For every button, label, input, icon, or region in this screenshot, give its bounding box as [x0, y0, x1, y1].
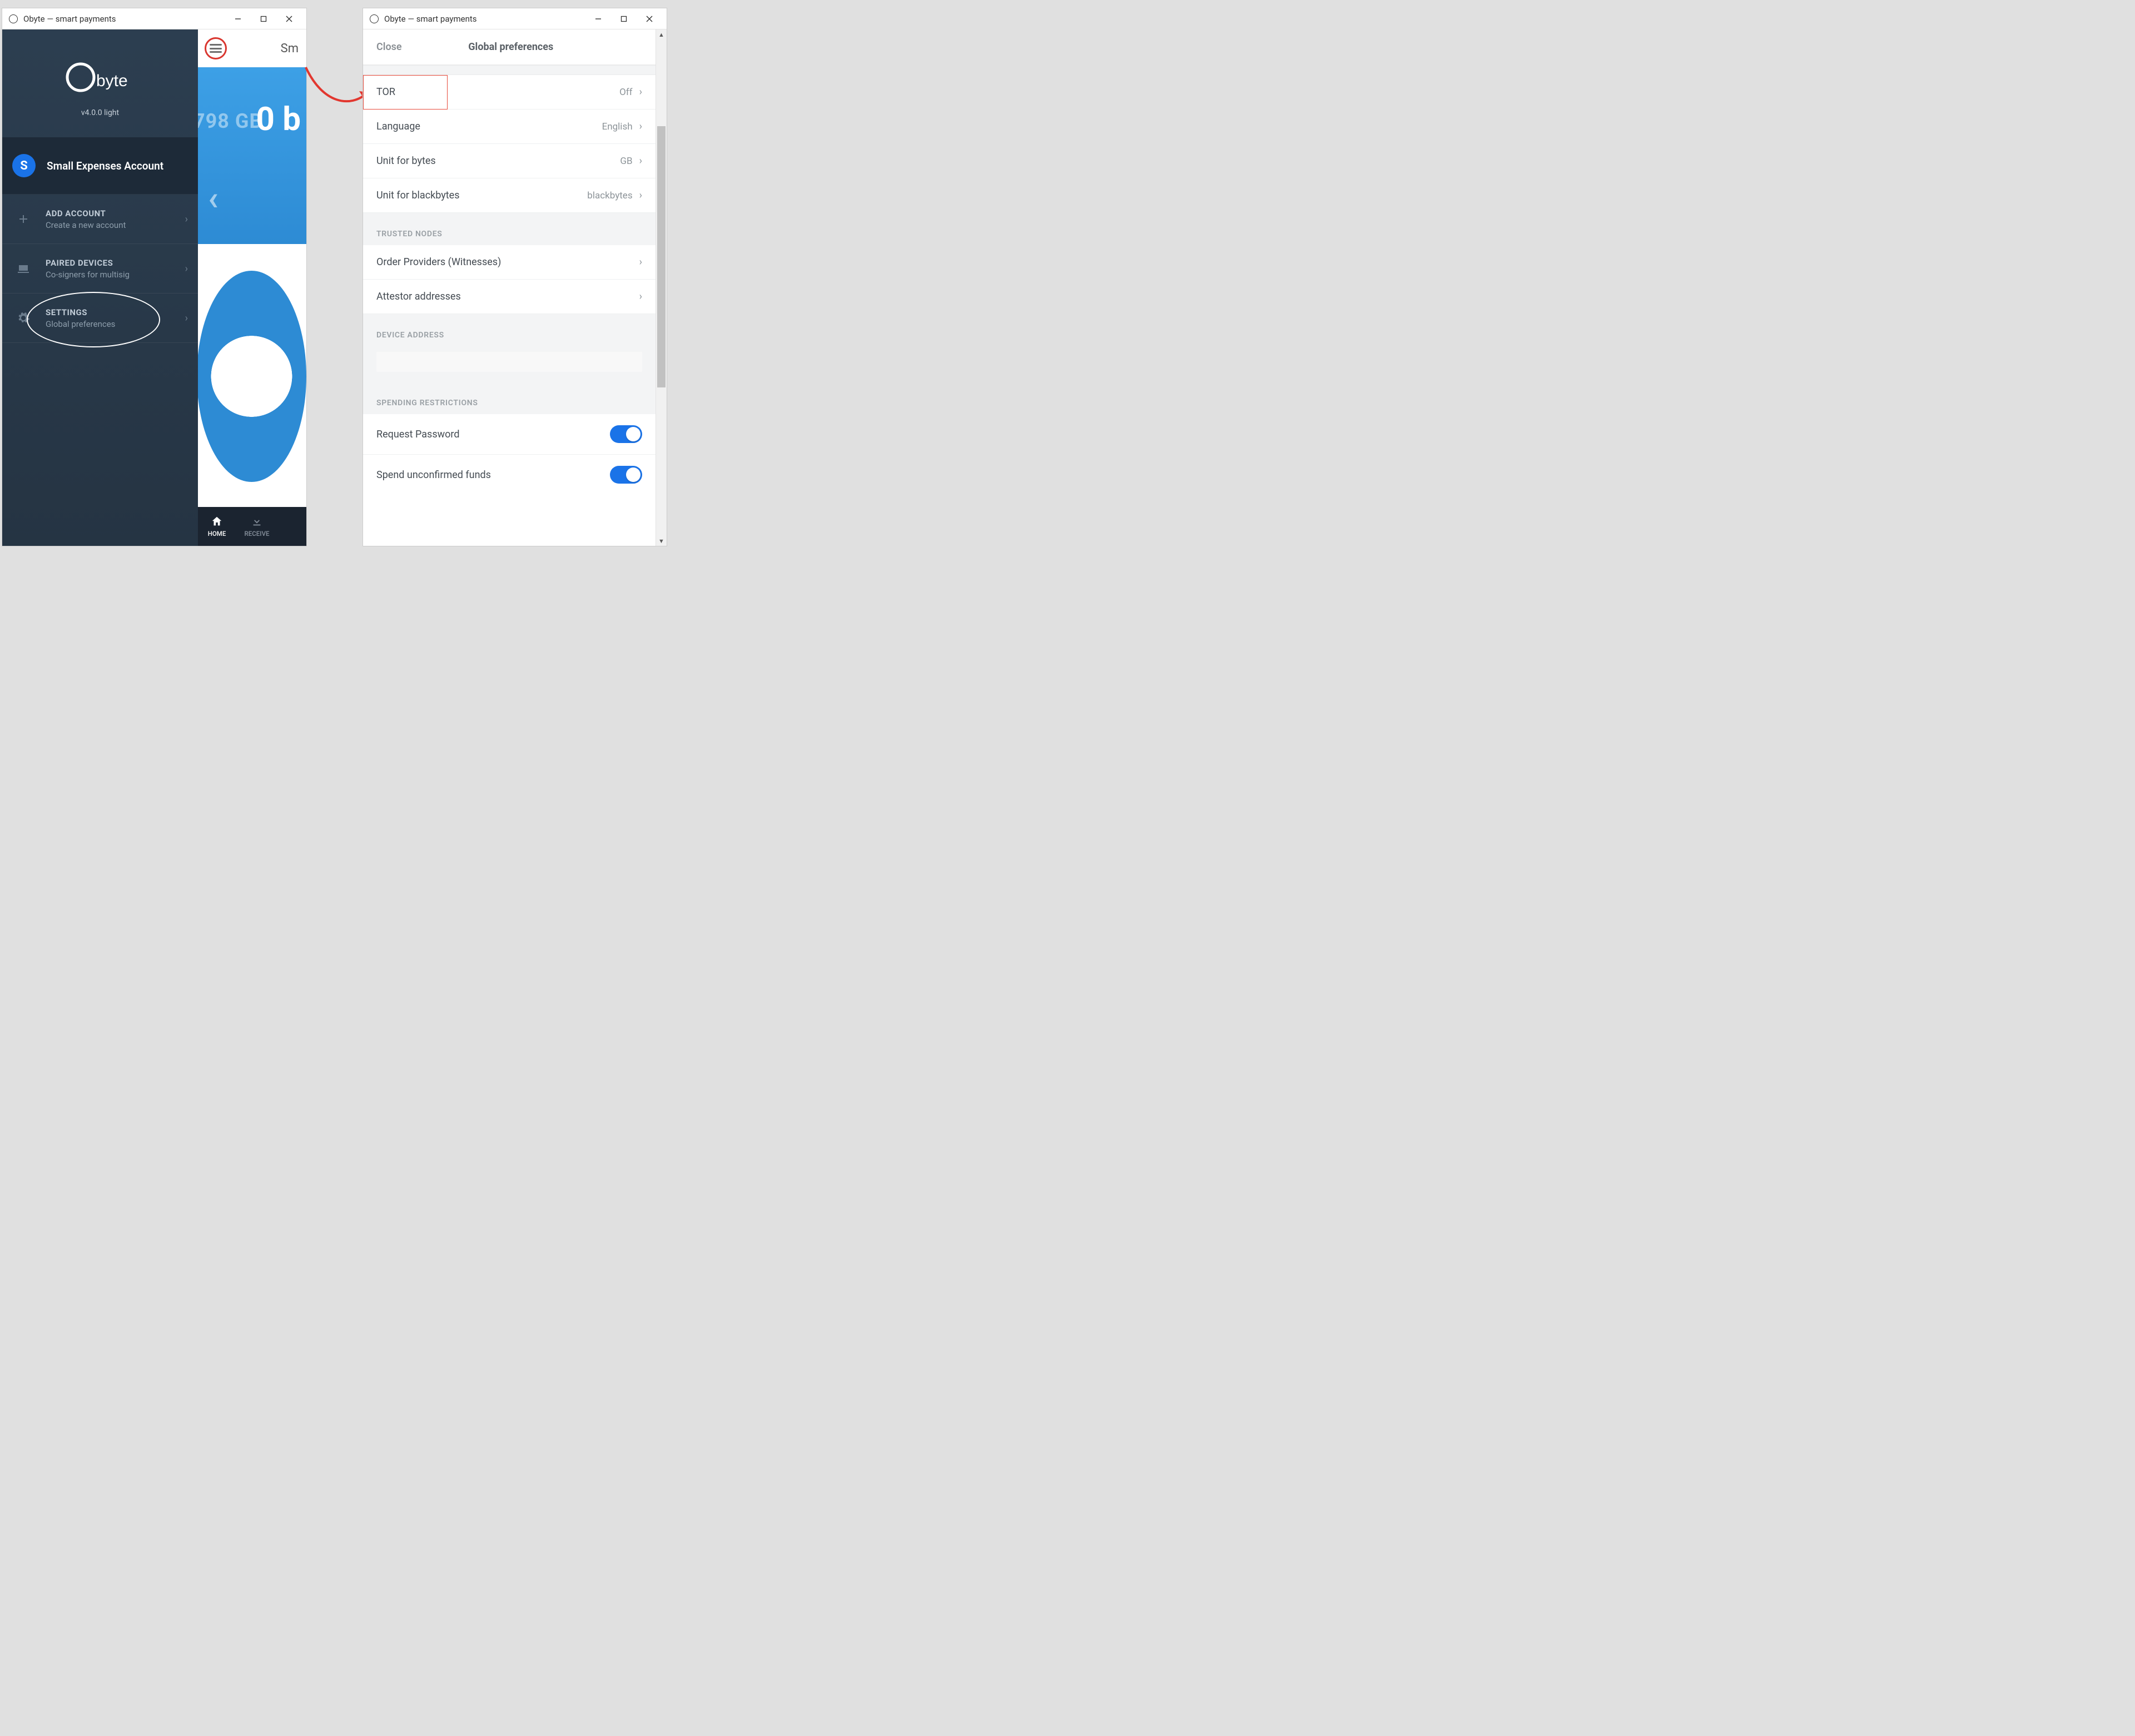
laptop-icon — [12, 257, 34, 280]
sidebar-item-add-account[interactable]: ADD ACCOUNT Create a new account › — [2, 195, 198, 244]
window-controls — [225, 11, 302, 27]
account-name: Small Expenses Account — [47, 160, 163, 172]
row-label: Attestor addresses — [376, 291, 639, 302]
scrollbar[interactable]: ▲ ▼ — [656, 29, 667, 546]
chevron-right-icon: › — [639, 155, 642, 167]
app-icon — [370, 14, 379, 23]
prefs-list: TOR Off › Language English › Unit for by… — [363, 65, 656, 495]
window-left: Obyte — smart payments Sm 798 GB 0 b ‹ — [2, 8, 307, 546]
sidebar-item-paired-devices[interactable]: PAIRED DEVICES Co-signers for multisig › — [2, 244, 198, 294]
row-label: TOR — [376, 86, 619, 98]
close-button[interactable] — [276, 11, 302, 27]
row-label: Spend unconfirmed funds — [376, 469, 610, 481]
window-controls — [585, 11, 662, 27]
sidebar: byte v4.0.0 light S Small Expenses Accou… — [2, 29, 198, 546]
row-value: Off — [619, 87, 633, 98]
chevron-right-icon: › — [639, 291, 642, 302]
app-logo: byte — [2, 29, 198, 106]
chevron-right-icon: › — [185, 213, 188, 225]
window-right: Obyte — smart payments Close Global pref… — [363, 8, 667, 546]
row-value: blackbytes — [587, 190, 632, 201]
minimize-button[interactable] — [585, 11, 611, 27]
account-name-peek: Sm — [281, 42, 299, 56]
sidebar-item-sub: Global preferences — [46, 319, 174, 329]
section-trusted-nodes: TRUSTED NODES — [363, 213, 656, 245]
svg-text:byte: byte — [96, 72, 128, 90]
close-button[interactable] — [637, 11, 662, 27]
gear-icon — [12, 307, 34, 329]
hamburger-icon[interactable] — [210, 44, 222, 53]
row-attestors[interactable]: Attestor addresses › — [363, 280, 656, 314]
sidebar-item-label: ADD ACCOUNT — [46, 208, 174, 218]
row-request-password: Request Password — [363, 414, 656, 455]
sidebar-item-label: SETTINGS — [46, 307, 174, 317]
row-witnesses[interactable]: Order Providers (Witnesses) › — [363, 245, 656, 280]
scroll-down-icon[interactable]: ▼ — [656, 536, 667, 546]
main-view-peek: Sm 798 GB 0 b ‹ — [197, 29, 306, 546]
chevron-right-icon: › — [185, 312, 188, 324]
titlebar-right: Obyte — smart payments — [363, 8, 667, 29]
sidebar-item-label: PAIRED DEVICES — [46, 258, 174, 268]
bottom-tabs: HOME RECEIVE — [197, 507, 306, 546]
section-device-address: DEVICE ADDRESS — [363, 314, 656, 346]
section-spending: SPENDING RESTRICTIONS — [363, 387, 656, 414]
row-unit-bytes[interactable]: Unit for bytes GB › — [363, 144, 656, 178]
sidebar-item-sub: Co-signers for multisig — [46, 270, 174, 280]
tab-home-label: HOME — [208, 530, 226, 538]
device-address-redacted — [376, 352, 642, 372]
home-icon — [211, 515, 223, 528]
sidebar-item-settings[interactable]: SETTINGS Global preferences › — [2, 294, 198, 343]
sidebar-item-account[interactable]: S Small Expenses Account — [2, 137, 198, 195]
tab-receive-label: RECEIVE — [244, 530, 269, 538]
sidebar-item-sub: Create a new account — [46, 220, 174, 230]
prefs-header: Close Global preferences — [363, 29, 656, 65]
maximize-button[interactable] — [251, 11, 276, 27]
titlebar-left: Obyte — smart payments — [2, 8, 306, 29]
toggle-spend-unconfirmed[interactable] — [610, 466, 642, 484]
chevron-right-icon: › — [639, 86, 642, 98]
row-language[interactable]: Language English › — [363, 110, 656, 144]
page-title: Global preferences — [402, 41, 642, 53]
app-icon — [9, 14, 18, 23]
close-link[interactable]: Close — [376, 41, 402, 53]
row-label: Language — [376, 121, 602, 132]
chevron-right-icon: › — [639, 190, 642, 201]
toggle-request-password[interactable] — [610, 425, 642, 443]
maximize-button[interactable] — [611, 11, 637, 27]
donut-chart — [197, 271, 306, 482]
scroll-up-icon[interactable]: ▲ — [656, 29, 667, 39]
row-label: Unit for bytes — [376, 155, 620, 167]
secondary-balance: 798 GB — [193, 110, 262, 133]
row-value: GB — [620, 156, 632, 167]
app-version: v4.0.0 light — [2, 108, 198, 117]
tab-receive[interactable]: RECEIVE — [237, 507, 277, 546]
row-tor[interactable]: TOR Off › — [363, 75, 656, 110]
account-avatar: S — [12, 154, 36, 177]
download-icon — [251, 515, 263, 528]
row-label: Request Password — [376, 429, 610, 440]
prev-icon[interactable]: ‹ — [208, 178, 219, 218]
tab-home[interactable]: HOME — [197, 507, 237, 546]
window-title: Obyte — smart payments — [384, 14, 585, 24]
minimize-button[interactable] — [225, 11, 251, 27]
chevron-right-icon: › — [639, 256, 642, 268]
row-label: Order Providers (Witnesses) — [376, 256, 639, 268]
row-spend-unconfirmed: Spend unconfirmed funds — [363, 455, 656, 495]
chevron-right-icon: › — [185, 263, 188, 275]
row-unit-blackbytes[interactable]: Unit for blackbytes blackbytes › — [363, 178, 656, 213]
scroll-thumb[interactable] — [657, 126, 666, 387]
window-title: Obyte — smart payments — [23, 14, 225, 24]
hamburger-menu-marker — [205, 37, 227, 59]
row-label: Unit for blackbytes — [376, 190, 587, 201]
row-value: English — [602, 121, 633, 132]
chevron-right-icon: › — [639, 121, 642, 132]
plus-icon — [12, 208, 34, 230]
